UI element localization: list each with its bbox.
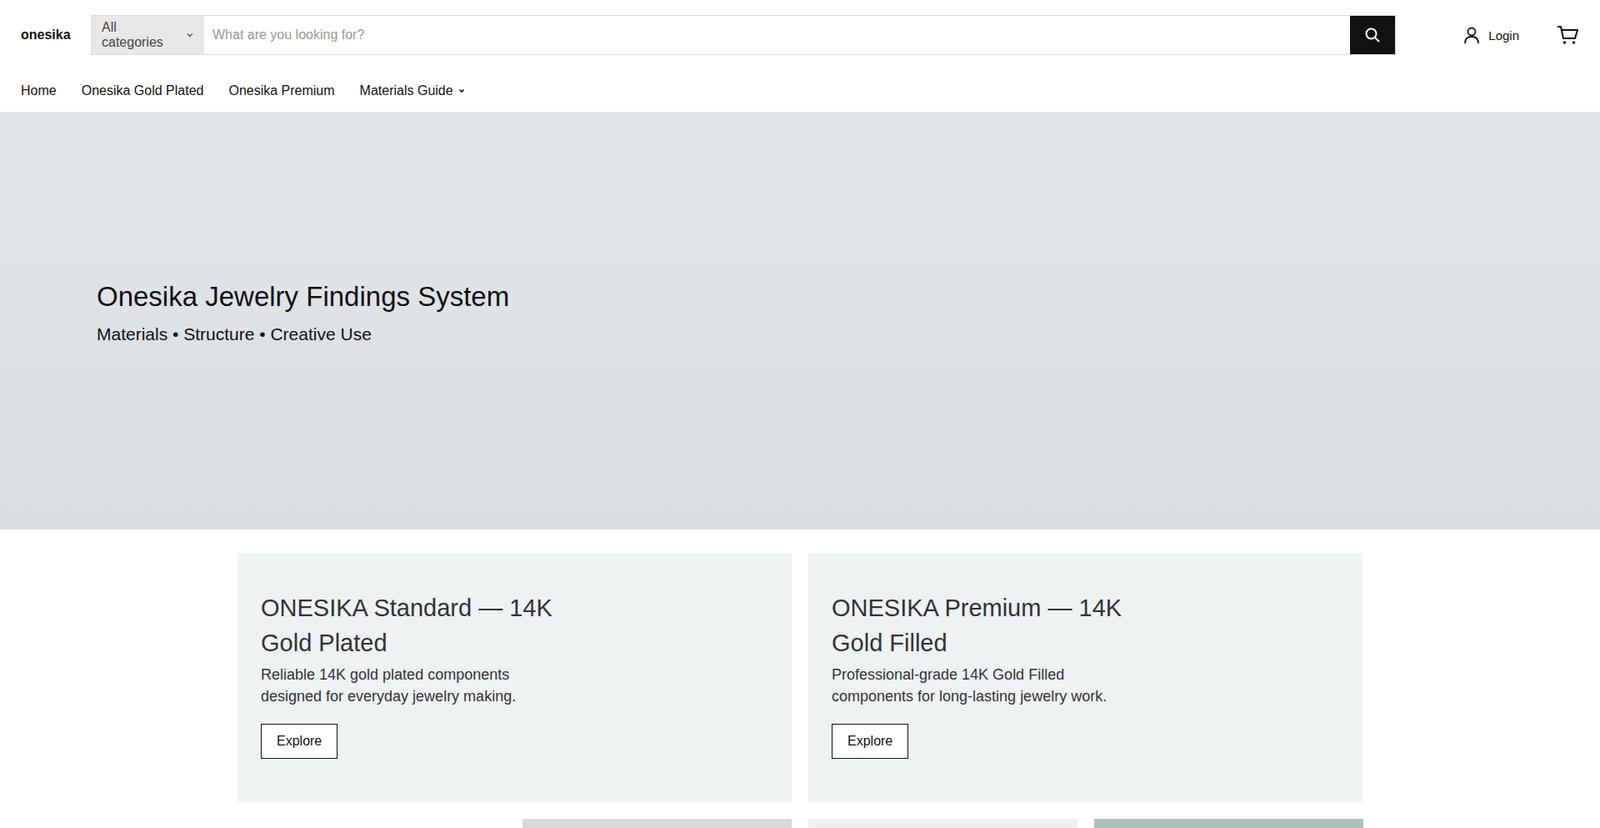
search-icon xyxy=(1364,26,1381,44)
nav-item[interactable]: Materials Guide xyxy=(360,83,466,99)
image-tile[interactable] xyxy=(236,818,506,828)
collection-card: ONESIKA Premium — 14K Gold FilledProfess… xyxy=(808,552,1363,802)
explore-button[interactable]: Explore xyxy=(831,723,909,759)
image-tiles xyxy=(0,818,1600,828)
image-tile[interactable] xyxy=(1094,818,1364,828)
explore-button[interactable]: Explore xyxy=(260,723,338,759)
search-bar: All categories xyxy=(90,15,1396,55)
search-input[interactable] xyxy=(204,15,1350,55)
card-title: ONESIKA Premium — 14K Gold Filled xyxy=(831,590,1165,660)
hero-banner: Onesika Jewelry Findings System Materials… xyxy=(0,112,1600,530)
collection-card: ONESIKA Standard — 14K Gold PlatedReliab… xyxy=(237,552,792,802)
nav-item[interactable]: Onesika Gold Plated xyxy=(81,83,205,99)
search-button[interactable] xyxy=(1350,15,1395,55)
hero-subtitle: Materials • Structure • Creative Use xyxy=(96,324,510,345)
image-tile[interactable] xyxy=(522,818,792,828)
cart-icon xyxy=(1555,24,1580,46)
chevron-down-icon xyxy=(457,86,466,95)
logo[interactable]: onesika xyxy=(20,27,71,43)
main-nav: Home Onesika Gold Plated Onesika Premium Ma… xyxy=(0,70,1600,112)
card-title: ONESIKA Standard — 14K Gold Plated xyxy=(260,590,595,660)
login-link[interactable]: Login xyxy=(1461,25,1520,45)
category-select[interactable]: All categories xyxy=(91,15,205,55)
nav-item[interactable]: Home xyxy=(20,83,57,99)
user-icon xyxy=(1461,25,1482,45)
chevron-down-icon xyxy=(185,30,195,40)
collection-cards: ONESIKA Standard — 14K Gold PlatedReliab… xyxy=(0,552,1600,802)
hero-title: Onesika Jewelry Findings System xyxy=(96,280,510,313)
cart-button[interactable] xyxy=(1555,24,1580,46)
nav-item[interactable]: Onesika Premium xyxy=(228,83,335,99)
card-text: Professional-grade 14K Gold Filled compo… xyxy=(831,663,1120,707)
page: onesika All categories Login Home Onesika Go… xyxy=(0,0,1600,828)
image-tile[interactable] xyxy=(808,818,1078,828)
hero-text: Onesika Jewelry Findings System Materials… xyxy=(0,280,510,345)
top-bar: onesika All categories Login xyxy=(0,0,1600,70)
header: onesika All categories Login Home Onesika Go… xyxy=(0,0,1600,113)
card-text: Reliable 14K gold plated components desi… xyxy=(260,663,549,707)
